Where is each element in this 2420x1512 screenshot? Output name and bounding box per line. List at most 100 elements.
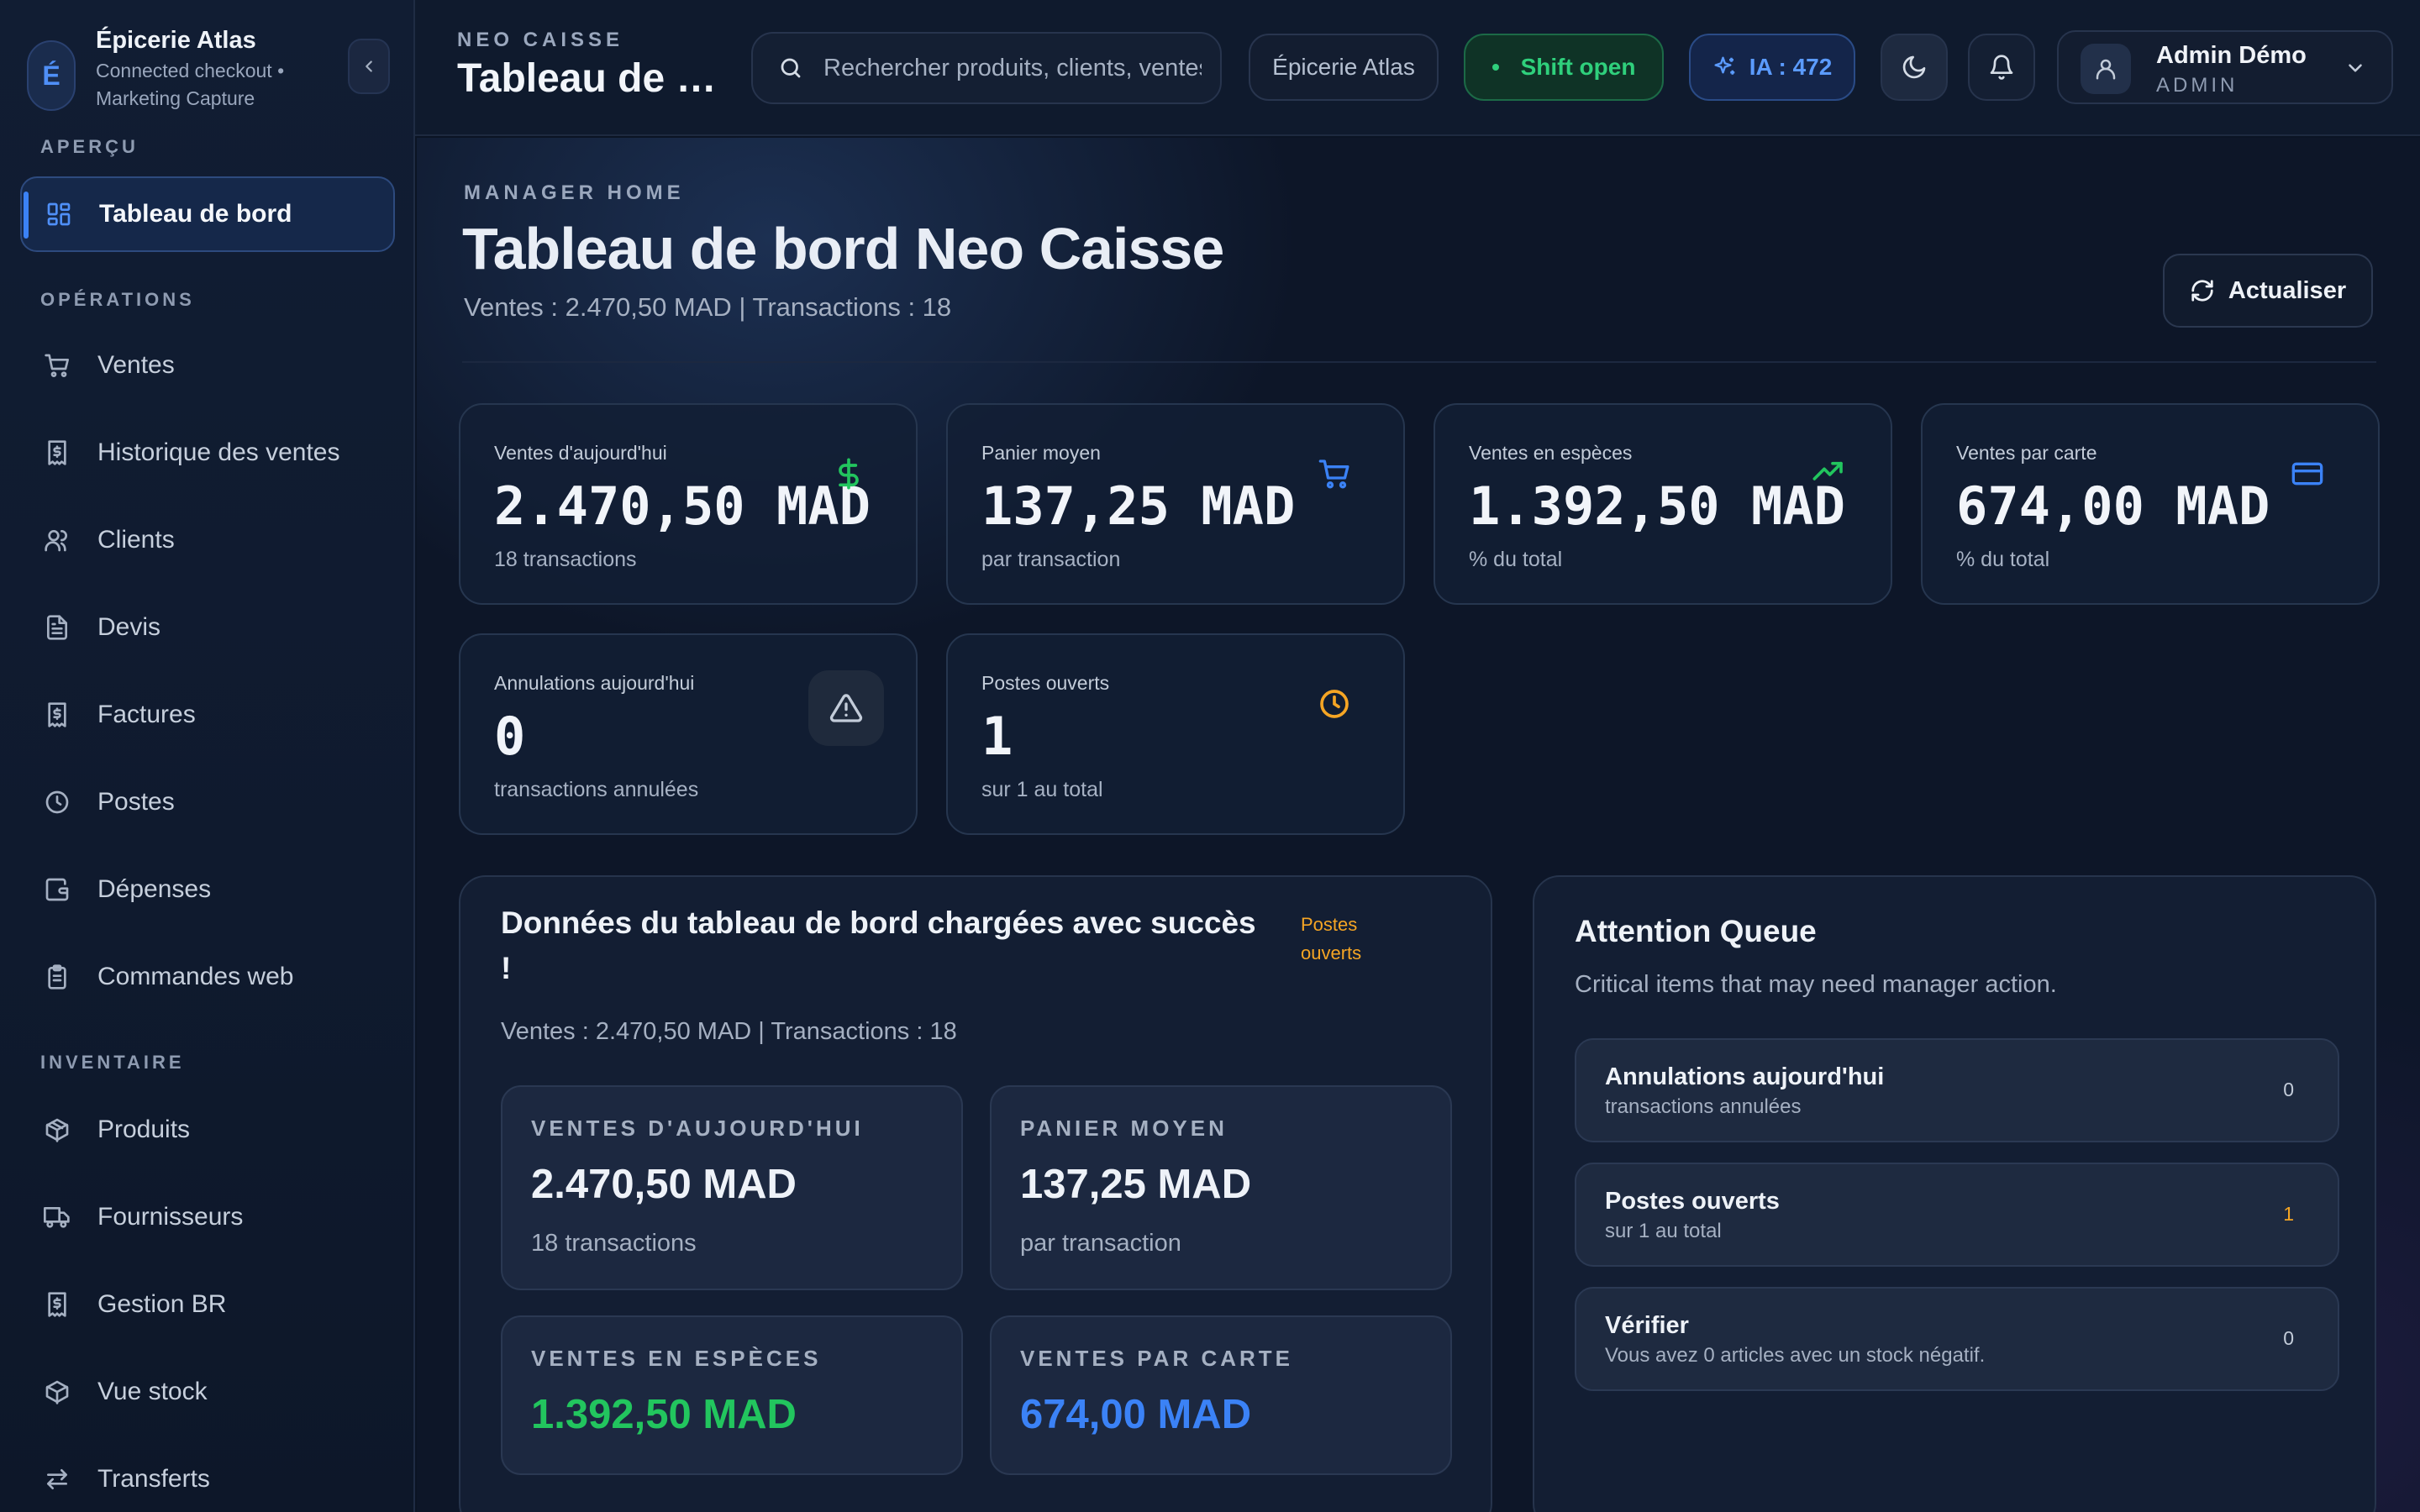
sidebar-item-clients[interactable]: Clients xyxy=(20,502,395,578)
clipboard-icon xyxy=(42,962,72,992)
sidebar-item-devis[interactable]: Devis xyxy=(20,590,395,665)
sidebar-item-historique-des-ventes[interactable]: Historique des ventes xyxy=(20,415,395,491)
page-eyebrow: MANAGER HOME xyxy=(464,181,685,204)
sidebar-item-produits[interactable]: Produits xyxy=(20,1092,395,1168)
queue-item-annulations[interactable]: Annulations aujourd'hui transactions ann… xyxy=(1575,1038,2339,1142)
refresh-button[interactable]: Actualiser xyxy=(2163,254,2373,328)
stat-card-annulations: Annulations aujourd'hui 0 transactions a… xyxy=(459,633,918,835)
sidebar-item-gestion-br[interactable]: Gestion BR xyxy=(20,1267,395,1342)
stat-sub: sur 1 au total xyxy=(981,778,1103,801)
sidebar-item-label: Gestion BR xyxy=(97,1290,227,1318)
sidebar-item-transferts[interactable]: Transferts xyxy=(20,1441,395,1512)
sidebar-item-label: Clients xyxy=(97,526,175,554)
sidebar-item-commandes-web[interactable]: Commandes web xyxy=(20,939,395,1015)
queue-subtitle: Critical items that may need manager act… xyxy=(1575,971,2057,998)
chevron-left-icon xyxy=(366,60,372,72)
stat-card-ventes-carte: Ventes par carte 674,00 MAD % du total xyxy=(1921,403,2380,605)
stat-label: Postes ouverts xyxy=(981,672,1110,694)
attention-queue-panel: Attention Queue Critical items that may … xyxy=(1533,875,2376,1512)
page-subtitle: Ventes : 2.470,50 MAD | Transactions : 1… xyxy=(464,292,952,322)
stat-value: 0 xyxy=(494,706,526,767)
brand: É Épicerie Atlas Connected checkout • Ma… xyxy=(27,25,397,118)
moon-icon xyxy=(1902,55,1926,79)
theme-toggle-button[interactable] xyxy=(1881,34,1948,101)
mini-label: VENTES PAR CARTE xyxy=(1020,1346,1293,1371)
user-role: ADMIN xyxy=(2156,74,2238,97)
stat-sub: 18 transactions xyxy=(494,548,637,571)
cart-icon xyxy=(42,350,72,381)
topbar: NEO CAISSE Tableau de bord Épicerie Atla… xyxy=(415,0,2420,136)
sidebar-item-vue-stock[interactable]: Vue stock xyxy=(20,1354,395,1430)
mini-sub: 18 transactions xyxy=(531,1230,697,1257)
sidebar-item-label: Dépenses xyxy=(97,875,212,903)
receipt-icon xyxy=(42,438,72,468)
receipt-icon xyxy=(42,1289,72,1320)
nav-section-apercu: APERÇU xyxy=(40,136,139,157)
summary-subtitle: Ventes : 2.470,50 MAD | Transactions : 1… xyxy=(501,1018,957,1045)
transfer-icon xyxy=(42,1464,72,1494)
summary-card-especes: VENTES EN ESPÈCES 1.392,50 MAD xyxy=(501,1315,963,1475)
cart-icon xyxy=(1316,455,1353,492)
queue-item-verifier[interactable]: Vérifier Vous avez 0 articles avec un st… xyxy=(1575,1287,2339,1391)
refresh-label: Actualiser xyxy=(2228,276,2347,304)
search-input[interactable] xyxy=(823,54,1202,82)
avatar xyxy=(2081,44,2131,94)
truck-icon xyxy=(42,1202,72,1232)
stat-label: Ventes par carte xyxy=(1956,442,2097,464)
nav-section-inventaire: INVENTAIRE xyxy=(40,1052,185,1073)
queue-item-title: Annulations aujourd'hui xyxy=(1605,1063,1885,1090)
app-title: Tableau de bord xyxy=(457,56,726,101)
queue-item-sub: transactions annulées xyxy=(1605,1095,1802,1118)
sidebar-item-factures[interactable]: Factures xyxy=(20,677,395,753)
summary-panel: Données du tableau de bord chargées avec… xyxy=(459,875,1492,1512)
brand-subtitle: Connected checkout • Marketing Capture xyxy=(96,60,285,109)
stat-value: 674,00 MAD xyxy=(1956,475,2270,537)
stat-card-panier-moyen: Panier moyen 137,25 MAD par transaction xyxy=(946,403,1405,605)
stat-label: Ventes d'aujourd'hui xyxy=(494,442,667,464)
package-icon xyxy=(42,1377,72,1407)
sidebar-item-label: Devis xyxy=(97,613,161,641)
app-eyebrow: NEO CAISSE xyxy=(457,29,624,51)
trending-up-icon xyxy=(1810,452,1847,489)
clock-icon xyxy=(42,787,72,817)
notifications-button[interactable] xyxy=(1968,34,2035,101)
package-icon xyxy=(42,1115,72,1145)
stat-value: 2.470,50 MAD xyxy=(494,475,871,537)
mini-value: 1.392,50 MAD xyxy=(531,1392,797,1437)
wallet-icon xyxy=(42,874,72,905)
sidebar-item-tableau-de-bord[interactable]: Tableau de bord xyxy=(20,176,395,252)
sidebar-item-label: Postes xyxy=(97,788,175,816)
sidebar-item-fournisseurs[interactable]: Fournisseurs xyxy=(20,1179,395,1255)
chevron-down-icon xyxy=(2349,64,2362,72)
search-icon xyxy=(781,58,801,78)
summary-card-panier: PANIER MOYEN 137,25 MAD par transaction xyxy=(990,1085,1452,1290)
stat-card-ventes-especes: Ventes en espèces 1.392,50 MAD % du tota… xyxy=(1434,403,1892,605)
mini-label: VENTES EN ESPÈCES xyxy=(531,1346,822,1371)
queue-item-postes[interactable]: Postes ouverts sur 1 au total 1 xyxy=(1575,1163,2339,1267)
brand-name: Épicerie Atlas xyxy=(96,27,256,54)
ia-credits-label: IA : 472 xyxy=(1749,54,1833,80)
sidebar-item-label: Fournisseurs xyxy=(97,1203,244,1231)
collapse-sidebar-button[interactable] xyxy=(348,39,390,94)
dollar-icon xyxy=(830,455,867,492)
search-bar[interactable] xyxy=(751,32,1222,104)
queue-item-count: 1 xyxy=(2283,1203,2294,1225)
refresh-icon xyxy=(2191,280,2213,302)
page-title: Tableau de bord Neo Caisse xyxy=(462,216,1224,281)
ia-credits-button[interactable]: IA : 472 xyxy=(1689,34,1855,101)
summary-tag: Postes ouverts xyxy=(1301,914,1362,963)
shift-status-badge[interactable]: Shift open xyxy=(1464,34,1664,101)
users-icon xyxy=(42,525,72,555)
sidebar-item-label: Vue stock xyxy=(97,1378,208,1405)
sidebar-item-label: Commandes web xyxy=(97,963,294,990)
queue-item-title: Vérifier xyxy=(1605,1312,1689,1339)
queue-item-count: 0 xyxy=(2283,1327,2294,1349)
sidebar-item-postes[interactable]: Postes xyxy=(20,764,395,840)
stat-sub: par transaction xyxy=(981,548,1121,571)
store-selector[interactable]: Épicerie Atlas xyxy=(1249,34,1439,101)
sidebar-item-depenses[interactable]: Dépenses xyxy=(20,852,395,927)
stat-value: 1.392,50 MAD xyxy=(1469,475,1845,537)
user-menu-button[interactable]: Admin Démo ADMIN xyxy=(2057,30,2393,104)
sidebar-item-ventes[interactable]: Ventes xyxy=(20,328,395,403)
sparkles-icon xyxy=(1714,56,1734,75)
